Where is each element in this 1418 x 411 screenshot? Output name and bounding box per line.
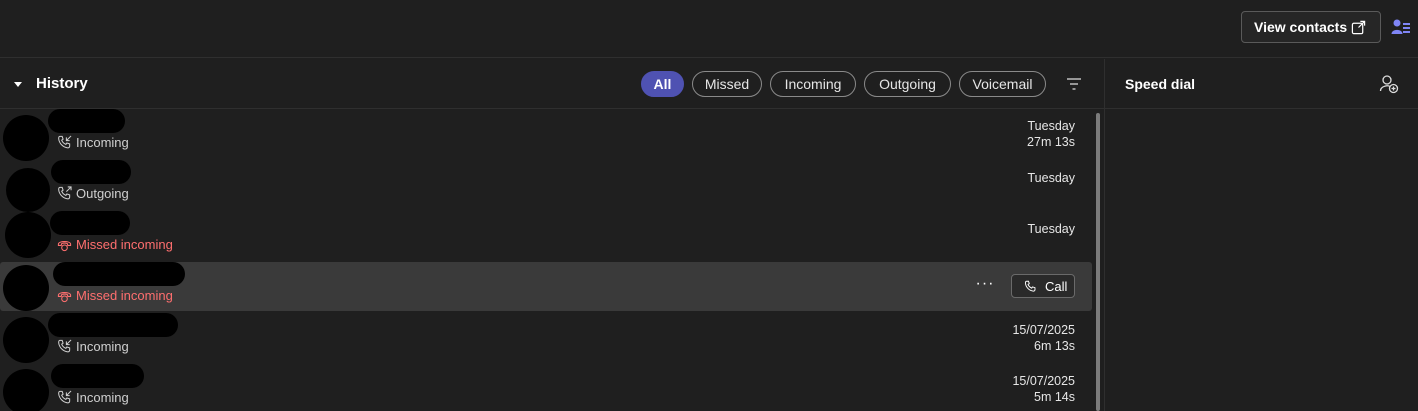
call-time: Tuesday	[1028, 221, 1075, 237]
call-time: 15/07/2025 6m 13s	[1012, 322, 1075, 354]
call-row[interactable]: Incoming Tuesday 27m 13s	[0, 109, 1092, 161]
missed-call-icon	[57, 292, 72, 303]
call-row-hovered[interactable]: Missed incoming ··· Call	[0, 262, 1092, 311]
contact-name-redacted	[51, 160, 131, 184]
call-type-label: Missed incoming	[76, 288, 173, 303]
missed-call-icon	[57, 241, 72, 252]
view-contacts-label: View contacts	[1254, 19, 1348, 35]
outgoing-call-icon	[58, 186, 72, 200]
contact-name-redacted	[51, 364, 144, 388]
filter-all[interactable]: All	[641, 71, 684, 97]
contact-name-redacted	[48, 313, 178, 337]
external-link-icon	[1351, 20, 1366, 35]
history-header: History All Missed Incoming Outgoing Voi…	[0, 59, 1104, 109]
call-button[interactable]: Call	[1011, 274, 1075, 298]
call-date: 15/07/2025	[1012, 374, 1075, 388]
scrollbar-thumb[interactable]	[1096, 113, 1100, 411]
incoming-call-icon	[58, 390, 72, 404]
speed-dial-title: Speed dial	[1125, 76, 1196, 92]
more-icon: ···	[975, 275, 995, 292]
call-history-list: Incoming Tuesday 27m 13s Outgoing Tuesda…	[0, 109, 1092, 411]
call-row[interactable]: Incoming 15/07/2025 6m 13s	[0, 313, 1092, 363]
more-options-button[interactable]: ···	[974, 276, 996, 296]
call-duration: 6m 13s	[1034, 339, 1075, 353]
call-row[interactable]: Missed incoming Tuesday	[0, 211, 1092, 260]
call-date: 15/07/2025	[1012, 323, 1075, 337]
call-type: Missed incoming	[57, 288, 173, 303]
avatar	[3, 265, 49, 311]
call-button-label: Call	[1045, 278, 1068, 294]
filter-voicemail[interactable]: Voicemail	[959, 71, 1046, 97]
call-time: Tuesday 27m 13s	[1027, 118, 1075, 150]
history-title: History	[36, 75, 88, 92]
incoming-call-icon	[58, 135, 72, 149]
people-icon[interactable]	[1391, 17, 1411, 37]
call-type-label: Incoming	[76, 339, 129, 354]
view-contacts-button[interactable]: View contacts	[1241, 11, 1381, 43]
call-type-label: Outgoing	[76, 186, 129, 201]
call-date: Tuesday	[1027, 171, 1075, 185]
phone-icon	[1024, 280, 1036, 292]
call-type: Outgoing	[57, 186, 129, 201]
call-type-label: Incoming	[76, 135, 129, 150]
call-type: Incoming	[57, 339, 129, 354]
history-scrollbar[interactable]	[1094, 113, 1102, 411]
call-duration: 5m 14s	[1034, 390, 1075, 404]
call-row[interactable]: Incoming 15/07/2025 5m 14s	[0, 364, 1092, 411]
filter-outgoing[interactable]: Outgoing	[864, 71, 951, 97]
call-date: Tuesday	[1027, 222, 1075, 236]
call-duration: 27m 13s	[1027, 135, 1075, 149]
speed-dial-header: Speed dial	[1105, 59, 1418, 109]
call-row[interactable]: Outgoing Tuesday	[0, 160, 1092, 212]
call-type: Incoming	[57, 390, 129, 405]
call-time: 15/07/2025 5m 14s	[1012, 373, 1075, 405]
avatar	[5, 212, 51, 258]
avatar	[6, 168, 50, 212]
avatar	[3, 369, 49, 411]
contact-name-redacted	[48, 109, 125, 133]
call-type-label: Missed incoming	[76, 237, 173, 252]
filter-icon[interactable]	[1066, 77, 1082, 91]
chevron-down-icon[interactable]	[14, 80, 22, 88]
contact-name-redacted	[53, 262, 185, 286]
call-time: Tuesday	[1028, 170, 1075, 186]
panel-divider	[1104, 59, 1105, 411]
filter-incoming[interactable]: Incoming	[770, 71, 856, 97]
filter-missed[interactable]: Missed	[692, 71, 762, 97]
call-date: Tuesday	[1027, 119, 1075, 133]
contact-name-redacted	[50, 211, 130, 235]
top-bar: View contacts	[0, 0, 1418, 58]
add-person-icon[interactable]	[1379, 74, 1399, 94]
call-type: Missed incoming	[57, 237, 173, 252]
call-type-label: Incoming	[76, 390, 129, 405]
call-type: Incoming	[57, 135, 129, 150]
avatar	[3, 115, 49, 161]
avatar	[3, 317, 49, 363]
incoming-call-icon	[58, 339, 72, 353]
